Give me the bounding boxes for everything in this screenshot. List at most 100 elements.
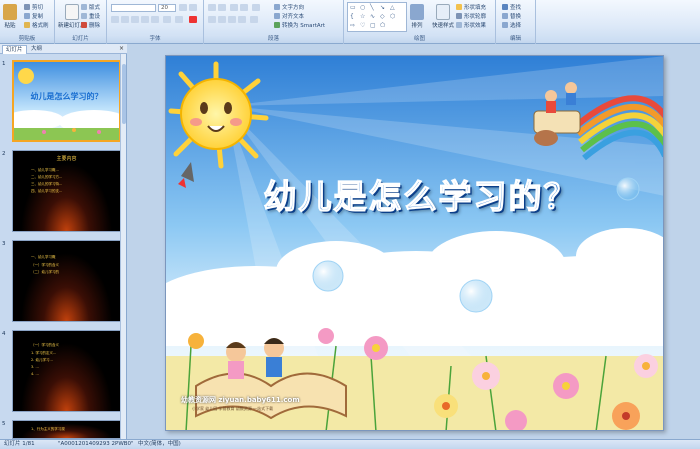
scissors-icon xyxy=(24,4,30,10)
thumbnail-line: 四、幼儿学习的支... xyxy=(31,189,63,193)
theme-name: "A0001201409293 2PWB0" xyxy=(58,441,134,447)
copy-button[interactable]: 复制 xyxy=(24,12,43,20)
line-shape-icon[interactable]: ╲ xyxy=(370,4,374,11)
underline-icon[interactable] xyxy=(131,16,139,23)
delete-icon xyxy=(81,22,87,28)
align-right-icon[interactable] xyxy=(228,16,236,23)
smartart-icon xyxy=(274,22,280,28)
brace-shape-icon[interactable]: { xyxy=(350,13,354,20)
text-direction-button[interactable]: 文字方向 xyxy=(274,3,304,11)
arrange-button[interactable]: 排列 xyxy=(410,4,424,29)
replace-button[interactable]: 替换 xyxy=(502,12,521,20)
bold-icon[interactable] xyxy=(111,16,119,23)
layout-icon xyxy=(81,4,87,10)
watermark-subtext: 小学家 幼儿园 学前教育 幼教资源 一站式下载 xyxy=(192,406,274,411)
align-left-icon[interactable] xyxy=(208,16,216,23)
decrease-indent-icon[interactable] xyxy=(230,4,238,11)
slide-counter: 幻灯片 1/81 xyxy=(4,441,35,447)
justify-icon[interactable] xyxy=(238,16,246,23)
arrange-icon xyxy=(410,4,424,20)
editing-group-label: 编辑 xyxy=(496,35,535,43)
smartart-button[interactable]: 转换为 SmartArt xyxy=(274,21,325,29)
grow-font-icon[interactable] xyxy=(179,4,187,11)
arrow-shape-icon[interactable]: ↘ xyxy=(380,4,385,11)
columns-icon[interactable] xyxy=(250,16,258,23)
font-name-combo[interactable] xyxy=(111,4,156,12)
pane-tabs: 幻灯片 大纲 × xyxy=(0,44,127,54)
shape-effects-button[interactable]: 形状效果 xyxy=(456,21,486,29)
slide-thumbnail-3[interactable]: 一、幼儿学习概 （一）学习的含义 （二）幼儿学习的 xyxy=(12,240,121,322)
thumbnail-line: 1、行为主义的学习观 xyxy=(31,427,65,431)
quick-styles-button[interactable]: 快速样式 xyxy=(432,4,454,29)
thumbnail-line: （一）学习的含义 xyxy=(31,343,59,347)
find-button[interactable]: 查找 xyxy=(502,3,521,11)
pane-scrollbar[interactable] xyxy=(120,54,126,439)
editing-group: 查找 替换 选择 编辑 xyxy=(496,0,536,44)
shadow-icon[interactable] xyxy=(151,16,159,23)
align-text-icon xyxy=(274,13,280,19)
slides-group: 新建幻灯片 版式 重设 删除 幻灯片 xyxy=(55,0,107,44)
close-icon[interactable]: × xyxy=(119,45,124,52)
font-size-combo[interactable]: 20 xyxy=(158,4,176,12)
slide-thumbnail-4[interactable]: （一）学习的含义 1. 学习的定义... 2. 幼儿学习... 3. ... 4… xyxy=(12,330,121,412)
delete-slide-button[interactable]: 删除 xyxy=(81,21,100,29)
numbering-icon[interactable] xyxy=(218,4,226,11)
shrink-font-icon[interactable] xyxy=(189,4,197,11)
thumb-number: 3 xyxy=(2,241,6,247)
oval-shape-icon[interactable]: ○ xyxy=(360,4,365,11)
pentagon-shape-icon[interactable]: ⬠ xyxy=(380,22,385,29)
layout-button[interactable]: 版式 xyxy=(81,3,100,11)
scrollbar-thumb[interactable] xyxy=(122,64,126,124)
paste-button[interactable]: 粘贴 xyxy=(3,4,17,29)
paragraph-group: 文字方向 对齐文本 转换为 SmartArt 段落 xyxy=(204,0,344,44)
rectangle-shape-icon[interactable]: ▭ xyxy=(350,4,356,11)
shape-fill-button[interactable]: 形状填充 xyxy=(456,3,486,11)
cut-button[interactable]: 剪切 xyxy=(24,3,43,11)
font-group: 20 字体 xyxy=(107,0,204,44)
thumbnail-line: 三、幼儿的学习特... xyxy=(31,182,63,186)
slide-thumbnail-1[interactable]: 幼儿是怎么学习的？ xyxy=(12,60,121,142)
align-center-icon[interactable] xyxy=(218,16,226,23)
thumbnail-line: 2. 幼儿学习... xyxy=(31,358,53,362)
change-case-icon[interactable] xyxy=(175,16,183,23)
slide-canvas[interactable]: 幼儿是怎么学习的？ 幼教资源网 ziyuan.baby611.com 小学家 幼… xyxy=(165,55,664,431)
brush-icon xyxy=(24,22,30,28)
thumb-number: 5 xyxy=(2,421,6,427)
quick-styles-icon xyxy=(436,4,450,20)
spacing-icon[interactable] xyxy=(163,16,171,23)
copy-icon xyxy=(24,13,30,19)
diamond-shape-icon[interactable]: ◇ xyxy=(380,13,385,20)
slide-background xyxy=(166,56,663,430)
shapes-gallery[interactable]: ▭ ○ ╲ ↘ △ { ☆ ∿ ◇ ⬡ ⇨ ♡ ▢ ⬠ xyxy=(347,2,407,32)
align-text-button[interactable]: 对齐文本 xyxy=(274,12,304,20)
thumb-number: 2 xyxy=(2,151,6,157)
strikethrough-icon[interactable] xyxy=(141,16,149,23)
shape-outline-button[interactable]: 形状轮廓 xyxy=(456,12,486,20)
curve-shape-icon[interactable]: ∿ xyxy=(370,13,375,20)
format-painter-button[interactable]: 格式刷 xyxy=(24,21,49,29)
reset-button[interactable]: 重设 xyxy=(81,12,100,20)
new-slide-icon xyxy=(64,4,79,20)
thumbnail-line: 一、幼儿学习概... xyxy=(31,168,59,172)
tab-slides[interactable]: 幻灯片 xyxy=(2,45,27,54)
heart-shape-icon[interactable]: ♡ xyxy=(360,22,365,29)
star-shape-icon[interactable]: ☆ xyxy=(360,13,365,20)
watermark-text: 幼教资源网 ziyuan.baby611.com xyxy=(181,396,300,404)
increase-indent-icon[interactable] xyxy=(240,4,248,11)
italic-icon[interactable] xyxy=(121,16,129,23)
slide-thumbnail-2[interactable]: 主要内容 一、幼儿学习概... 二、幼儿的学习方... 三、幼儿的学习特... … xyxy=(12,150,121,232)
select-button[interactable]: 选择 xyxy=(502,21,521,29)
text-direction-icon xyxy=(274,4,280,10)
font-color-icon[interactable] xyxy=(189,16,197,23)
block-arrow-shape-icon[interactable]: ⇨ xyxy=(350,22,355,29)
callout-shape-icon[interactable]: ▢ xyxy=(370,22,376,29)
cursor-icon xyxy=(502,22,508,28)
bullets-icon[interactable] xyxy=(208,4,216,11)
slide-thumbnail-5[interactable]: 1、行为主义的学习观 xyxy=(12,420,121,439)
line-spacing-icon[interactable] xyxy=(252,4,260,11)
slide-title[interactable]: 幼儿是怎么学习的？ xyxy=(191,170,651,218)
tab-outline[interactable]: 大纲 xyxy=(28,45,45,54)
triangle-shape-icon[interactable]: △ xyxy=(390,4,395,11)
hexagon-shape-icon[interactable]: ⬡ xyxy=(390,13,395,20)
thumbnail-2-title: 主要内容 xyxy=(56,156,77,162)
